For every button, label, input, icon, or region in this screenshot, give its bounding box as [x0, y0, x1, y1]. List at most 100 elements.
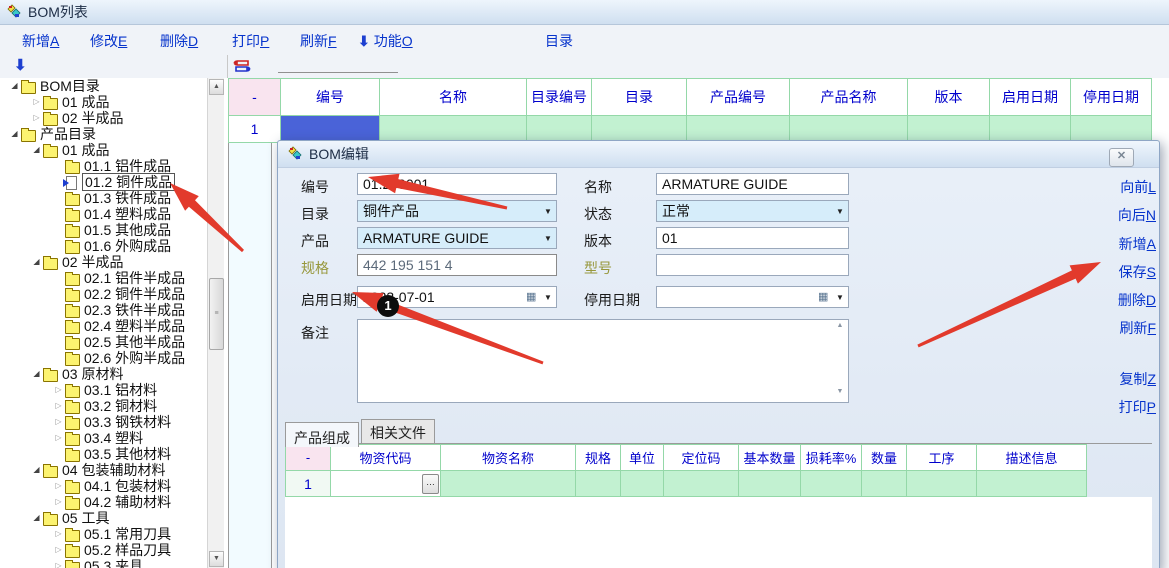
tree-item[interactable]: 01.3 铁件成品	[0, 190, 207, 206]
column-header[interactable]: 停用日期	[1071, 78, 1152, 116]
tree-item[interactable]: ◢04 包装辅助材料	[0, 462, 207, 478]
tree-item[interactable]: 02.2 铜件半成品	[0, 286, 207, 302]
tree-item[interactable]: 02.1 铝件半成品	[0, 270, 207, 286]
tree-item[interactable]: ▷03.4 塑料	[0, 430, 207, 446]
calendar-icon[interactable]: ▦	[526, 292, 540, 302]
tree-expander-icon[interactable]: ◢	[30, 254, 43, 270]
column-header[interactable]: 描述信息	[977, 444, 1087, 471]
column-header[interactable]: 产品编号	[687, 78, 790, 116]
toolbar-button-A[interactable]: 新增A	[22, 31, 59, 51]
column-header[interactable]: 物资代码	[331, 444, 441, 471]
chevron-down-icon[interactable]: ▼	[832, 293, 848, 302]
chevron-down-icon[interactable]: ▼	[540, 207, 556, 216]
table-cell[interactable]	[862, 471, 907, 497]
chevron-down-icon[interactable]: ▼	[540, 293, 556, 302]
column-header[interactable]: 物资名称	[441, 444, 576, 471]
table-cell[interactable]	[576, 471, 621, 497]
tree-expander-icon[interactable]: ▷	[52, 430, 65, 446]
tree-item[interactable]: ▷04.1 包装材料	[0, 478, 207, 494]
table-cell[interactable]	[592, 116, 687, 143]
toolbar-button-O[interactable]: ⬇功能O	[358, 31, 413, 51]
xinghao-input[interactable]	[656, 254, 849, 276]
tree-expander-icon[interactable]: ▷	[52, 382, 65, 398]
scroll-up-icon[interactable]: ▲	[833, 322, 847, 334]
column-header[interactable]: 启用日期	[990, 78, 1071, 116]
row-number-cell[interactable]: 1	[285, 471, 331, 497]
table-cell[interactable]	[908, 116, 990, 143]
table-cell[interactable]	[281, 116, 380, 143]
tree-item[interactable]: ◢BOM目录	[0, 78, 207, 94]
tree-item[interactable]: ▷05.3 夹具	[0, 558, 207, 568]
tree-expander-icon[interactable]: ▷	[30, 94, 43, 110]
scroll-down-icon[interactable]: ▼	[833, 388, 847, 400]
tree-expander-icon[interactable]: ▷	[30, 110, 43, 126]
column-header[interactable]: 名称	[380, 78, 527, 116]
dialog-button-D[interactable]: 删除D	[1118, 290, 1156, 310]
column-header[interactable]: 目录编号	[527, 78, 592, 116]
scrollbar-thumb[interactable]: ≡	[209, 278, 224, 350]
tree-item[interactable]: ◢01 成品	[0, 142, 207, 158]
column-header[interactable]: 规格	[576, 444, 621, 471]
composition-row[interactable]: 1…	[285, 471, 1087, 497]
tree-item[interactable]: ◢05 工具	[0, 510, 207, 526]
tree-expander-icon[interactable]: ▷	[52, 494, 65, 510]
table-cell[interactable]	[441, 471, 576, 497]
scroll-down-button[interactable]: ▼	[209, 551, 224, 567]
row-number-cell[interactable]: 1	[228, 116, 281, 143]
lookup-ellipsis-button[interactable]: …	[422, 474, 439, 494]
dialog-button-A[interactable]: 新增A	[1119, 234, 1156, 254]
tree-item[interactable]: 02.3 铁件半成品	[0, 302, 207, 318]
table-row[interactable]: 1	[228, 116, 1152, 143]
catalog-toggle-button[interactable]: 目录	[545, 31, 573, 51]
tree-item[interactable]: ▷05.2 样品刀具	[0, 542, 207, 558]
table-cell[interactable]: …	[331, 471, 441, 497]
tree-scrollbar[interactable]: ▲ ≡ ▼	[207, 78, 224, 568]
tree-expander-icon[interactable]: ▷	[52, 414, 65, 430]
bianhao-input[interactable]: 01.200001	[357, 173, 557, 195]
toolbar-button-D[interactable]: 删除D	[160, 31, 198, 51]
tree-expander-icon[interactable]: ◢	[30, 366, 43, 382]
grid-corner-cell[interactable]: -	[228, 78, 281, 116]
dialog-button-F[interactable]: 刷新F	[1119, 318, 1156, 338]
column-header[interactable]: 数量	[862, 444, 907, 471]
table-cell[interactable]	[687, 116, 790, 143]
table-cell[interactable]	[621, 471, 664, 497]
tree-item[interactable]: ◢03 原材料	[0, 366, 207, 382]
table-cell[interactable]	[527, 116, 592, 143]
table-cell[interactable]	[664, 471, 739, 497]
composition-corner-cell[interactable]: -	[285, 444, 331, 471]
tree-item[interactable]: ▷01 成品	[0, 94, 207, 110]
dialog-button-S[interactable]: 保存S	[1119, 262, 1156, 282]
tree-item[interactable]: ◢产品目录	[0, 126, 207, 142]
chevron-down-icon[interactable]: ▼	[832, 207, 848, 216]
tree-item[interactable]: ◢02 半成品	[0, 254, 207, 270]
tree-item[interactable]: 02.5 其他半成品	[0, 334, 207, 350]
zhuangtai-combobox[interactable]: 正常 ▼	[656, 200, 849, 222]
mulu-combobox[interactable]: 铜件产品 ▼	[357, 200, 557, 222]
tree-expander-icon[interactable]: ◢	[30, 142, 43, 158]
table-cell[interactable]	[380, 116, 527, 143]
calendar-icon[interactable]: ▦	[818, 292, 832, 302]
scroll-up-button[interactable]: ▲	[209, 79, 224, 95]
column-header[interactable]: 单位	[621, 444, 664, 471]
column-header[interactable]: 损耗率%	[801, 444, 862, 471]
tree-expander-icon[interactable]: ▷	[52, 478, 65, 494]
tree-expander-icon[interactable]: ◢	[30, 510, 43, 526]
mingcheng-input[interactable]: ARMATURE GUIDE	[656, 173, 849, 195]
tree-item[interactable]: ▷03.2 铜材料	[0, 398, 207, 414]
tree-item[interactable]: 01.4 塑料成品	[0, 206, 207, 222]
tree-item[interactable]: 01.6 外购成品	[0, 238, 207, 254]
table-cell[interactable]	[1071, 116, 1152, 143]
tree-item[interactable]: ▷02 半成品	[0, 110, 207, 126]
tingyong-datepicker[interactable]: ▦ ▼	[656, 286, 849, 308]
tree-item[interactable]: 01.5 其他成品	[0, 222, 207, 238]
column-header[interactable]: 目录	[592, 78, 687, 116]
tree-expander-icon[interactable]: ◢	[8, 78, 21, 94]
table-cell[interactable]	[977, 471, 1087, 497]
table-cell[interactable]	[739, 471, 801, 497]
tree-expander-icon[interactable]: ◢	[30, 462, 43, 478]
tree-expander-icon[interactable]: ▷	[52, 558, 65, 568]
column-header[interactable]: 基本数量	[739, 444, 801, 471]
dialog-button-N[interactable]: 向后N	[1118, 205, 1156, 225]
tree-expander-icon[interactable]: ◢	[8, 126, 21, 142]
